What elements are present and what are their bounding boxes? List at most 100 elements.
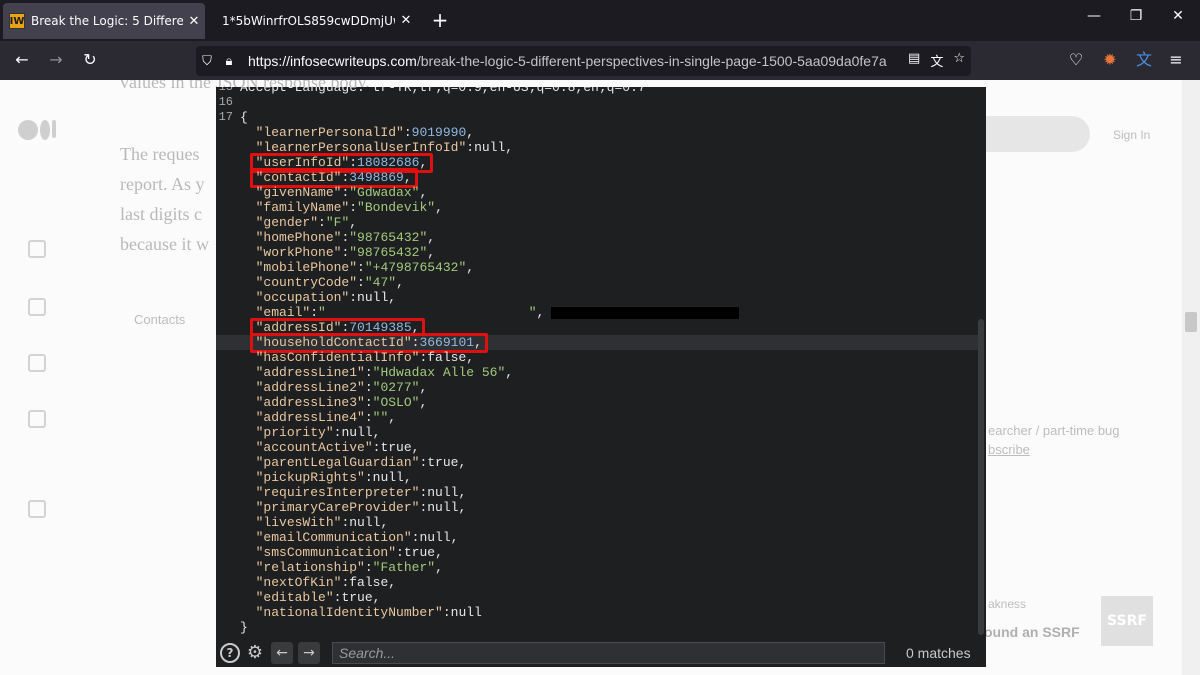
lock-icon[interactable]: 🔒︎ (218, 54, 240, 69)
json-token: , (505, 365, 514, 380)
viewer-scrollbar[interactable] (978, 319, 984, 635)
reload-icon[interactable]: ↻ (78, 49, 102, 73)
previous-match-icon[interactable]: ← (271, 642, 293, 664)
code-line: "addressLine2":"0277", (216, 380, 978, 395)
json-token: , (427, 245, 436, 260)
back-icon[interactable]: ← (10, 49, 34, 73)
url-bar[interactable]: ⛉ 🔒︎ https://infosecwriteups.com/break-t… (196, 46, 971, 76)
pocket-icon[interactable]: ♡ (1064, 49, 1088, 73)
line-content: "occupation":null, (240, 290, 396, 305)
json-key: "pickupRights" (255, 470, 365, 485)
json-token: : (364, 560, 373, 575)
settings-gear-icon[interactable]: ⚙ (244, 642, 266, 664)
json-key: "emailCommunication" (255, 530, 412, 545)
json-token: null (474, 140, 506, 155)
json-token: , (435, 560, 443, 575)
window-close-icon[interactable]: ✕ (1158, 8, 1198, 24)
sign-in-link[interactable]: Sign In (1113, 128, 1150, 142)
json-token: null (450, 605, 482, 620)
json-key: "addressLine3" (255, 395, 365, 410)
restore-icon[interactable]: ❐ (1116, 8, 1156, 24)
json-token: , (349, 215, 358, 230)
new-tab-icon[interactable]: + (428, 9, 452, 33)
stories-icon[interactable] (28, 410, 46, 428)
home-icon[interactable] (28, 240, 46, 258)
json-token: null (341, 425, 373, 440)
reader-view-icon[interactable]: ▤ (908, 51, 920, 70)
json-token: , (380, 515, 389, 530)
translate-icon[interactable]: 文 (930, 51, 943, 70)
json-token: "F" (325, 215, 350, 230)
json-key: "addressLine2" (255, 380, 365, 395)
menu-icon[interactable]: ≡ (1164, 49, 1188, 73)
json-token: , (505, 140, 514, 155)
subscribe-link[interactable]: bscribe (988, 442, 1030, 457)
json-token: { (240, 110, 248, 125)
tab-article[interactable]: IW Break the Logic: 5 Different Pers ✕ (3, 3, 205, 39)
json-token: : (357, 275, 365, 290)
page-scrollbar[interactable] (1182, 80, 1200, 675)
help-icon[interactable]: ? (220, 643, 240, 663)
json-key: "nextOfKin" (255, 575, 342, 590)
json-token: "98765432" (349, 230, 428, 245)
json-token: , (419, 380, 428, 395)
json-key: "mobilePhone" (255, 260, 358, 275)
code-line: "addressLine1":"Hdwadax Alle 56", (216, 365, 978, 380)
url-text[interactable]: https://infosecwriteups.com/break-the-lo… (248, 53, 887, 69)
line-content: "parentLegalGuardian":true, (240, 455, 467, 470)
line-content: "accountActive":true, (240, 440, 420, 455)
line-content: "nationalIdentityNumber":null (240, 605, 482, 620)
json-token: : (364, 380, 373, 395)
translate-extension-icon[interactable]: 文 (1132, 49, 1156, 73)
minimize-icon[interactable]: — (1074, 8, 1114, 24)
json-token: , (372, 425, 381, 440)
json-key: "hasConfidentialInfo" (255, 350, 420, 365)
tab-image[interactable]: 1*5bWinrfrOLS859cwDDmjUw.png ( ✕ (212, 0, 417, 41)
line-content: "homePhone":"98765432", (240, 230, 435, 245)
shield-icon[interactable]: ⛉ (196, 54, 218, 69)
json-token: true (403, 545, 436, 560)
article-text: last digits c (120, 204, 202, 224)
related-thumbnail[interactable]: SSRF (1101, 596, 1153, 646)
medium-logo-icon[interactable] (18, 120, 56, 140)
json-token: : (349, 200, 358, 215)
json-key: "addressLine1" (255, 365, 365, 380)
json-key: "homePhone" (255, 230, 342, 245)
forward-icon[interactable]: → (44, 49, 68, 73)
json-token: , (466, 350, 475, 365)
json-token: 9019990 (411, 125, 467, 140)
json-key: "learnerPersonalId" (255, 125, 404, 140)
json-token: , (403, 470, 412, 485)
bookmark-star-icon[interactable]: ☆ (953, 51, 965, 70)
scroll-thumb[interactable] (1185, 312, 1197, 332)
json-token: " (528, 305, 537, 320)
tab-close-icon[interactable]: ✕ (183, 14, 205, 29)
next-match-icon[interactable]: → (298, 642, 320, 664)
line-content: "gender":"F", (240, 215, 357, 230)
related-title[interactable]: ound an SSRF (984, 624, 1080, 640)
bookmarks-icon[interactable] (28, 354, 46, 372)
code-line: } (216, 620, 978, 635)
line-content: "addressLine4":"", (240, 410, 396, 425)
notifications-icon[interactable] (28, 298, 46, 316)
json-token: "98765432" (349, 245, 428, 260)
json-key: "addressLine4" (255, 410, 365, 425)
json-token: : (364, 395, 373, 410)
search-input[interactable]: Search... (332, 642, 885, 664)
extension-icon[interactable]: ✹ (1098, 49, 1122, 73)
json-token: "OSLO" (372, 395, 420, 410)
code-line: "countryCode":"47", (216, 275, 978, 290)
write-icon[interactable] (28, 500, 46, 518)
contacts-heading: Contacts (134, 312, 186, 327)
code-line: "relationship":"Father", (216, 560, 978, 575)
json-key: "primaryCareProvider" (255, 500, 420, 515)
json-token: : (396, 545, 404, 560)
tab-close-icon[interactable]: ✕ (395, 13, 417, 28)
json-response: 15 Accept-Language: tr-TR,tr;q=0.9,en-US;… (216, 87, 986, 635)
